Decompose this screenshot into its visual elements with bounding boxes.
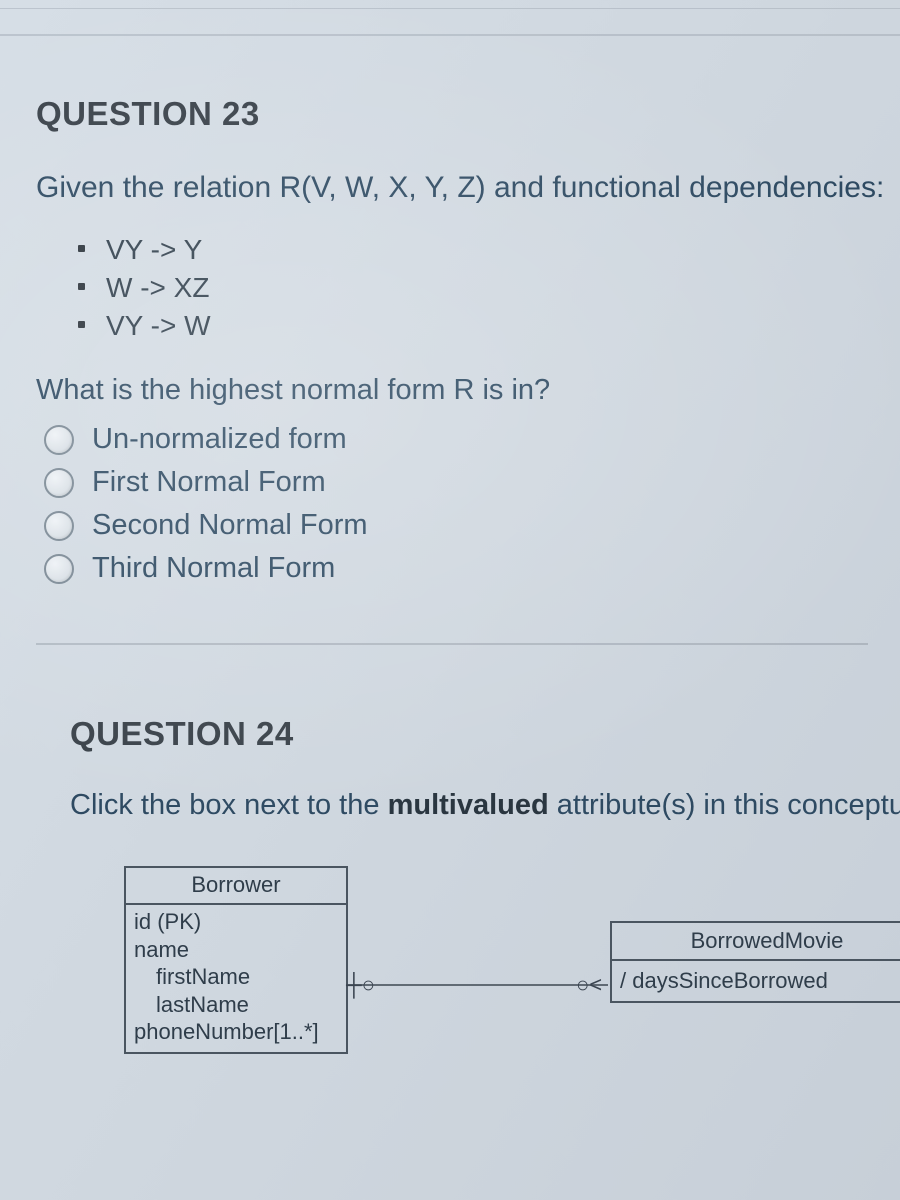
radio-icon[interactable] — [44, 425, 74, 455]
question-23: QUESTION 23 Given the relation R(V, W, X… — [36, 95, 868, 585]
radio-icon[interactable] — [44, 554, 74, 584]
q23-title: QUESTION 23 — [36, 95, 868, 133]
cardinality-right-icon: ○< — [576, 972, 602, 998]
slash-marker: / — [620, 968, 632, 993]
attr-dayssinceborrowed[interactable]: / daysSinceBorrowed — [620, 967, 900, 995]
entity-borrowedmovie: BorrowedMovie / daysSinceBorrowed — [610, 921, 900, 1003]
q24-prompt-post: attribute(s) in this conceptua — [549, 789, 900, 821]
question-24: QUESTION 24 Click the box next to the mu… — [36, 715, 868, 1086]
q23-fd-list: VY -> Y W -> XZ VY -> W — [36, 231, 868, 344]
option-unnormalized[interactable]: Un-normalized form — [44, 423, 868, 456]
top-rule-1 — [0, 8, 900, 9]
fd-item: VY -> Y — [106, 231, 868, 269]
option-label: Un-normalized form — [92, 423, 347, 456]
q24-prompt: Click the box next to the multivalued at… — [70, 789, 868, 822]
attr-dayssinceborrowed-label: daysSinceBorrowed — [632, 968, 828, 993]
q23-options: Un-normalized form First Normal Form Sec… — [44, 423, 868, 585]
q23-prompt: Given the relation R(V, W, X, Y, Z) and … — [36, 171, 868, 205]
option-1nf[interactable]: First Normal Form — [44, 466, 868, 499]
q23-subprompt: What is the highest normal form R is in? — [36, 374, 868, 407]
er-diagram: Borrower id (PK) name firstName lastName… — [70, 866, 868, 1086]
option-label: First Normal Form — [92, 466, 326, 499]
attr-name[interactable]: name — [134, 936, 338, 964]
q24-prompt-bold: multivalued — [388, 789, 549, 821]
relationship-line — [346, 984, 608, 986]
option-3nf[interactable]: Third Normal Form — [44, 552, 868, 585]
option-label: Second Normal Form — [92, 509, 368, 542]
entity-borrowedmovie-body: / daysSinceBorrowed — [612, 961, 900, 1001]
fd-item: W -> XZ — [106, 269, 868, 307]
option-label: Third Normal Form — [92, 552, 335, 585]
cardinality-left-icon: ┼○ — [346, 972, 375, 998]
top-rule-2 — [0, 34, 900, 36]
entity-borrower: Borrower id (PK) name firstName lastName… — [124, 866, 348, 1054]
attr-firstname[interactable]: firstName — [134, 963, 338, 991]
q24-prompt-pre: Click the box next to the — [70, 789, 388, 821]
q24-title: QUESTION 24 — [70, 715, 868, 753]
option-2nf[interactable]: Second Normal Form — [44, 509, 868, 542]
attr-phonenumber[interactable]: phoneNumber[1..*] — [134, 1018, 338, 1046]
radio-icon[interactable] — [44, 468, 74, 498]
question-divider — [36, 643, 868, 645]
entity-borrower-name: Borrower — [126, 868, 346, 905]
fd-item: VY -> W — [106, 307, 868, 345]
entity-borrower-body: id (PK) name firstName lastName phoneNum… — [126, 905, 346, 1052]
page-content: QUESTION 23 Given the relation R(V, W, X… — [0, 95, 900, 1200]
attr-lastname[interactable]: lastName — [134, 991, 338, 1019]
entity-borrowedmovie-name: BorrowedMovie — [612, 923, 900, 961]
radio-icon[interactable] — [44, 511, 74, 541]
attr-id[interactable]: id (PK) — [134, 908, 338, 936]
